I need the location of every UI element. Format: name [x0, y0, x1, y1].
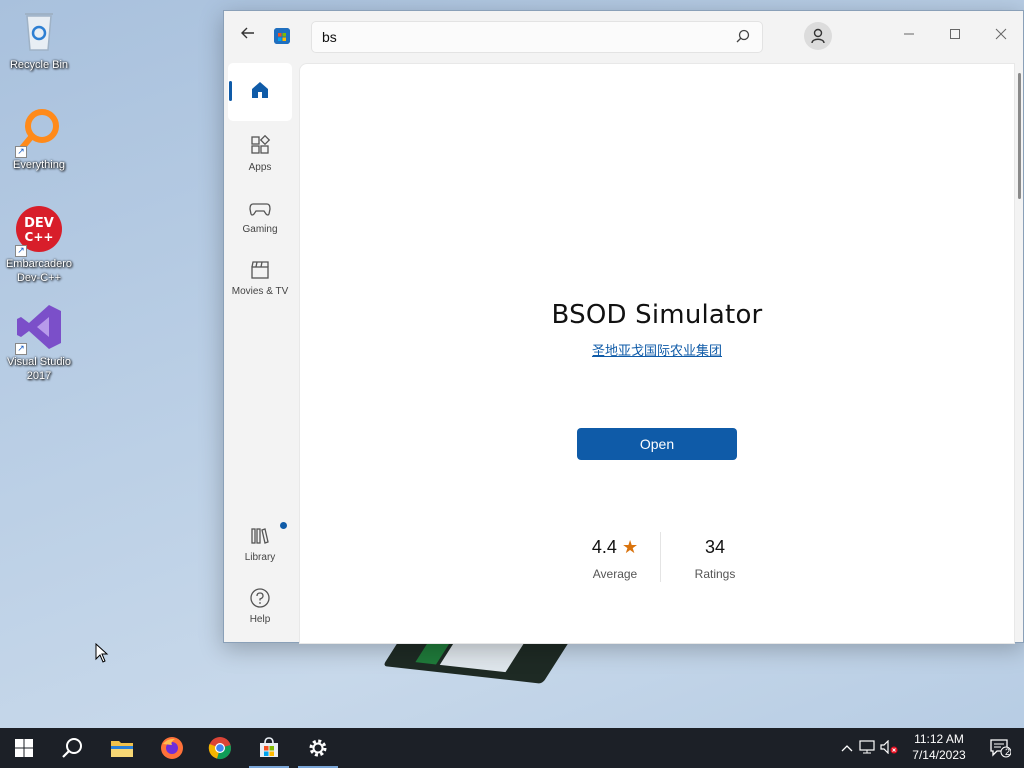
everything-icon: ↗	[15, 106, 63, 158]
taskbar-chrome[interactable]	[196, 728, 244, 768]
title-bar	[224, 11, 1023, 63]
chevron-up-icon[interactable]	[838, 741, 856, 755]
nav-label: Gaming	[242, 224, 278, 235]
home-icon	[252, 81, 268, 98]
search-icon	[62, 738, 82, 758]
devcpp-icon: DEV C++ ↗	[15, 205, 63, 257]
nav-item-movies[interactable]: Movies & TV	[228, 249, 292, 307]
desktop-icon-label: Embarcadero Dev-C++	[5, 258, 73, 284]
network-icon[interactable]	[856, 739, 878, 757]
ratings-count-label: Ratings	[694, 567, 736, 581]
nav-rail: Apps Gaming Movies & TV Library Help	[224, 63, 296, 643]
ratings-count: 34 Ratings	[675, 537, 755, 581]
minimize-button[interactable]	[886, 19, 932, 49]
folder-icon	[111, 741, 133, 757]
volume-muted-icon[interactable]	[878, 739, 900, 757]
maximize-icon	[950, 29, 960, 39]
search-box[interactable]	[311, 21, 763, 53]
nav-item-gaming[interactable]: Gaming	[228, 187, 292, 245]
store-icon	[260, 737, 278, 757]
clock[interactable]: 11:12 AM 7/14/2023	[904, 731, 974, 763]
taskbar-firefox[interactable]	[148, 728, 196, 768]
search-input[interactable]	[322, 29, 736, 45]
store-window: Apps Gaming Movies & TV Library Help BSO…	[223, 10, 1024, 644]
clock-time: 11:12 AM	[914, 732, 964, 746]
ratings-count-value: 34	[704, 537, 726, 557]
firefox-icon	[161, 737, 183, 759]
gear-icon	[309, 739, 327, 757]
svg-text:DEV: DEV	[24, 216, 54, 231]
rating-average: 4.4 ★ Average	[580, 537, 650, 581]
desktop-icon-label: Recycle Bin	[9, 59, 69, 71]
taskbar: 11:12 AM 7/14/2023 2	[0, 728, 1024, 768]
desktop-icon-recycle-bin[interactable]: Recycle Bin	[0, 6, 78, 72]
visual-studio-icon: ↗	[15, 303, 63, 355]
publisher-link[interactable]: 圣地亚戈国际农业集团	[300, 340, 1014, 359]
star-icon: ★	[621, 537, 639, 557]
start-button[interactable]	[0, 728, 48, 768]
recycle-bin-icon	[15, 6, 63, 54]
rating-value: 4.4	[591, 537, 617, 557]
nav-label: Apps	[248, 162, 272, 173]
maximize-button[interactable]	[932, 19, 978, 49]
nav-label: Help	[249, 614, 271, 625]
windows-logo-icon	[15, 739, 33, 757]
taskbar-settings[interactable]	[294, 728, 342, 768]
nav-item-library[interactable]: Library	[228, 515, 292, 573]
clock-date: 7/14/2023	[912, 748, 966, 762]
help-icon	[250, 588, 270, 608]
back-arrow-icon	[241, 27, 254, 39]
close-icon	[995, 28, 1007, 40]
store-logo-icon	[274, 28, 290, 44]
search-icon[interactable]	[736, 29, 752, 45]
update-badge	[280, 522, 287, 529]
nav-item-home[interactable]	[228, 63, 292, 121]
clapperboard-icon	[251, 261, 269, 279]
mouse-cursor-icon	[95, 643, 109, 663]
active-indicator	[229, 81, 232, 101]
desktop-icon-label: Visual Studio 2017	[6, 356, 71, 382]
open-button[interactable]: Open	[577, 428, 737, 460]
taskbar-search-button[interactable]	[48, 728, 96, 768]
nav-item-apps[interactable]: Apps	[228, 125, 292, 183]
shortcut-arrow-icon: ↗	[15, 343, 27, 355]
desktop-icon-visual-studio[interactable]: ↗ Visual Studio 2017	[0, 303, 78, 383]
notification-center-button[interactable]: 2	[976, 728, 1024, 768]
nav-label: Library	[244, 552, 276, 563]
library-icon	[251, 528, 269, 544]
system-tray	[838, 728, 900, 768]
nav-label: Movies & TV	[231, 286, 289, 297]
shortcut-arrow-icon: ↗	[15, 245, 27, 257]
person-icon	[811, 28, 825, 44]
desktop-icon-label: Everything	[13, 159, 65, 171]
nav-item-help[interactable]: Help	[228, 577, 292, 635]
taskbar-store[interactable]	[245, 728, 293, 768]
back-button[interactable]	[238, 25, 258, 45]
scrollbar[interactable]	[1018, 73, 1021, 199]
rating-average-label: Average	[592, 567, 638, 581]
taskbar-file-explorer[interactable]	[98, 728, 146, 768]
stat-divider	[660, 532, 661, 582]
desktop-icon-devcpp[interactable]: DEV C++ ↗ Embarcadero Dev-C++	[0, 205, 78, 285]
chrome-icon	[208, 737, 231, 759]
close-button[interactable]	[978, 19, 1024, 49]
minimize-icon	[904, 33, 914, 35]
desktop-icon-everything[interactable]: ↗ Everything	[0, 106, 78, 172]
svg-text:C++: C++	[25, 230, 54, 244]
shortcut-arrow-icon: ↗	[15, 146, 27, 158]
notification-count: 2	[1005, 747, 1011, 757]
gamepad-icon	[249, 203, 271, 216]
account-button[interactable]	[804, 22, 832, 50]
app-title: BSOD Simulator	[551, 300, 763, 330]
app-details-pane: BSOD Simulator 圣地亚戈国际农业集团 Open 4.4 ★ Ave…	[299, 63, 1015, 644]
apps-icon	[251, 135, 271, 154]
